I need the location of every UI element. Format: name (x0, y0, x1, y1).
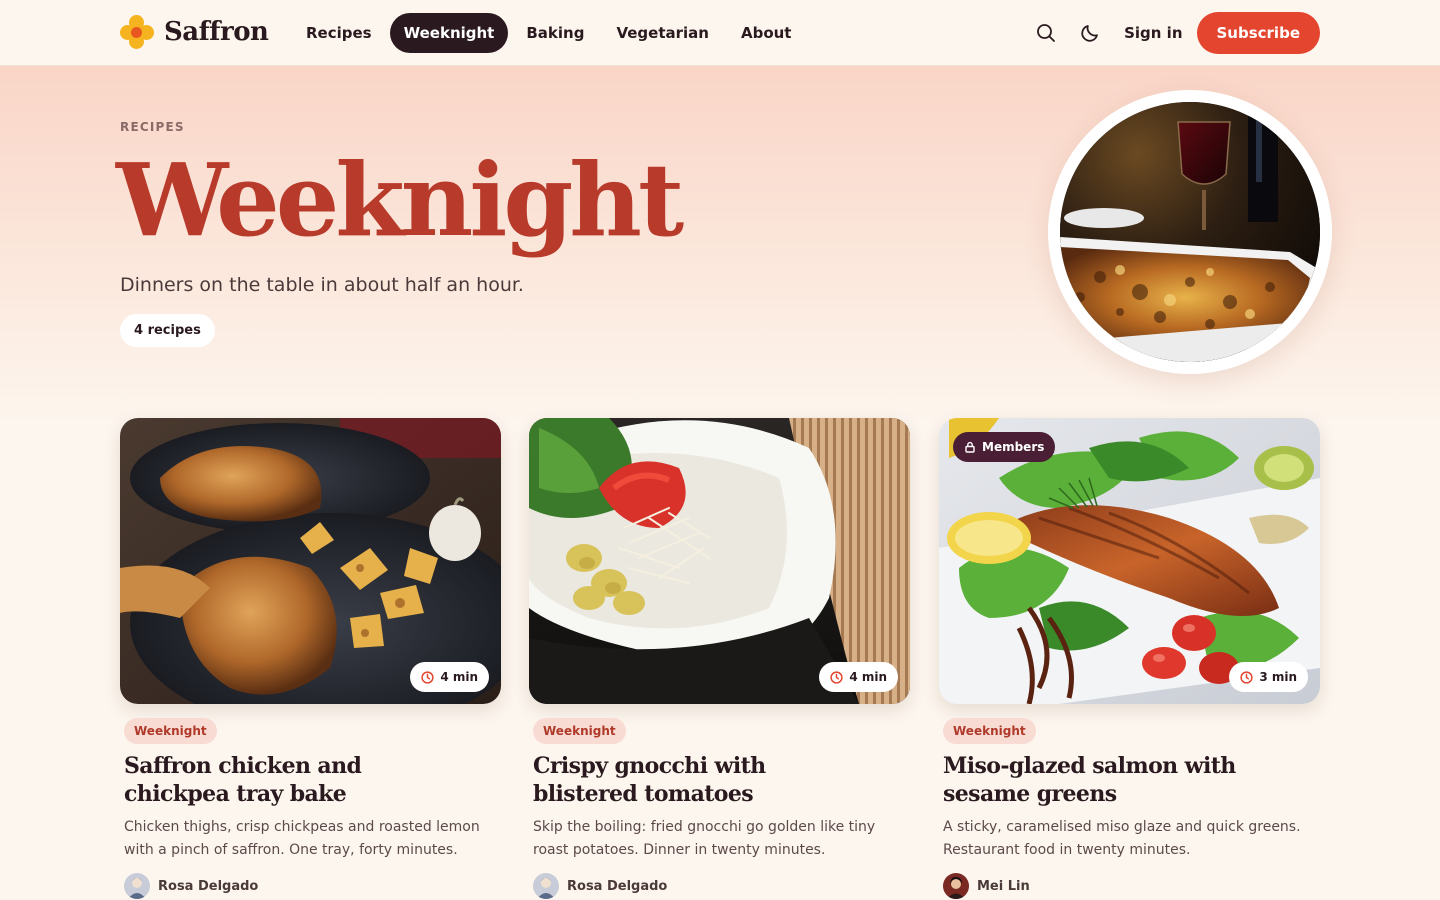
search-icon (1037, 24, 1055, 42)
clock-icon (421, 670, 434, 684)
recipe-description: A sticky, caramelised miso glaze and qui… (943, 819, 1301, 858)
page-title: Weeknight (116, 141, 684, 259)
nav-link-baking[interactable]: Baking (512, 13, 598, 53)
recipe-title[interactable]: Crispy gnocchi with blistered tomatoes (533, 752, 873, 808)
author-name: Mei Lin (977, 878, 1030, 894)
moon-icon (1081, 25, 1098, 42)
recipe-title[interactable]: Miso-glazed salmon with sesame greens (943, 752, 1283, 808)
nav-link-weeknight[interactable]: Weeknight (389, 13, 509, 53)
category-tag[interactable]: Weeknight (124, 718, 217, 744)
lock-icon (965, 441, 975, 453)
recipe-card[interactable]: 4 min Weeknight Crispy gnocchi with blis… (529, 418, 910, 899)
recipe-author[interactable]: Mei Lin (943, 873, 1030, 899)
top-nav: Saffron Recipes Weeknight Baking Vegetar… (0, 0, 1440, 66)
author-name: Rosa Delgado (567, 878, 668, 894)
hero-eyebrow: RECIPES (120, 120, 185, 134)
avatar (124, 873, 150, 899)
avatar (943, 873, 969, 899)
nav-link-vegetarian[interactable]: Vegetarian (602, 13, 723, 53)
recipe-description: Skip the boiling: fried gnocchi go golde… (533, 819, 876, 858)
members-only-badge: Members (953, 432, 1056, 462)
cook-time: 4 min (849, 670, 887, 684)
hero-subtitle: Dinners on the table in about half an ho… (120, 274, 524, 296)
cook-time-badge: 3 min (1229, 662, 1308, 692)
recipe-author[interactable]: Rosa Delgado (124, 873, 258, 899)
clock-icon (1240, 670, 1253, 684)
hero: RECIPES Weeknight Dinners on the table i… (0, 66, 1440, 426)
members-label: Members (982, 440, 1045, 454)
subscribe-button[interactable]: Subscribe (1196, 12, 1320, 54)
hero-image-frame (1048, 90, 1332, 374)
recipe-author[interactable]: Rosa Delgado (533, 873, 667, 899)
recipe-description: Chicken thighs, crisp chickpeas and roas… (124, 819, 480, 858)
category-tag[interactable]: Weeknight (533, 718, 626, 744)
theme-toggle-button[interactable] (1070, 12, 1110, 54)
clock-icon (830, 670, 843, 684)
cook-time-badge: 4 min (819, 662, 898, 692)
author-name: Rosa Delgado (158, 878, 259, 894)
category-tag[interactable]: Weeknight (943, 718, 1036, 744)
recipe-title[interactable]: Saffron chicken and chickpea tray bake (124, 752, 464, 808)
cook-time: 3 min (1259, 670, 1297, 684)
nav-link-about[interactable]: About (727, 13, 806, 53)
nav-link-recipes[interactable]: Recipes (292, 13, 386, 53)
search-button[interactable] (1026, 12, 1066, 54)
recipe-card[interactable]: Members 3 min Weeknight Miso-glazed salm… (939, 418, 1320, 899)
nav-actions: Sign in Subscribe (1022, 12, 1320, 54)
nav-links: Recipes Weeknight Baking Vegetarian Abou… (292, 13, 805, 53)
saffron-flower-icon (120, 15, 154, 49)
logo[interactable]: Saffron (120, 15, 269, 49)
recipe-count-badge: 4 recipes (120, 314, 215, 347)
logo-text: Saffron (164, 17, 269, 47)
recipe-image-salmon[interactable]: Members 3 min (939, 418, 1320, 704)
recipe-card[interactable]: 4 min Weeknight Saffron chicken and chic… (120, 418, 501, 899)
avatar (533, 873, 559, 899)
cook-time: 4 min (440, 670, 478, 684)
sign-in-link[interactable]: Sign in (1124, 24, 1182, 42)
hero-lasagna-image (1060, 102, 1320, 362)
recipe-image-gnocchi[interactable]: 4 min (529, 418, 910, 704)
recipe-image-chicken[interactable]: 4 min (120, 418, 501, 704)
cook-time-badge: 4 min (410, 662, 489, 692)
